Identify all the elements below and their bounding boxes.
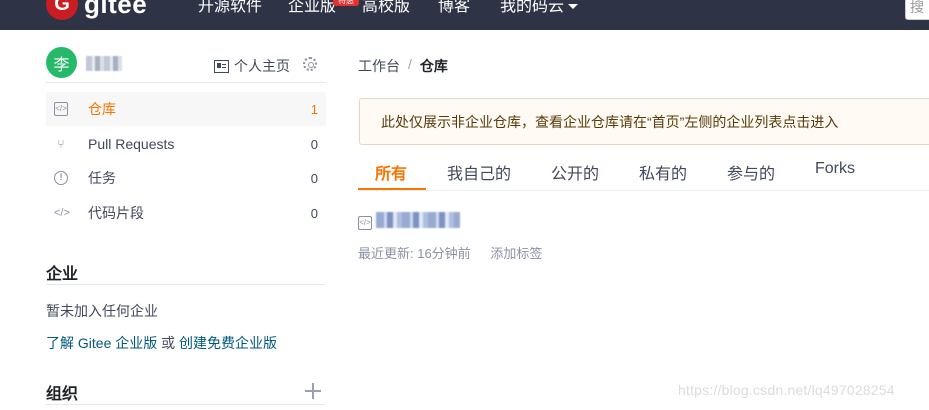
sidebar-item-pull-requests[interactable]: ⑂ Pull Requests 0 (46, 127, 326, 161)
breadcrumb-separator: / (408, 56, 412, 72)
repo-name-redacted[interactable] (376, 212, 460, 228)
sidebar-item-label: 仓库 (88, 101, 116, 117)
breadcrumb: 工作台 / 仓库 (358, 56, 448, 76)
nav-blog[interactable]: 博客 (438, 0, 470, 17)
add-org-plus-icon[interactable] (305, 383, 321, 399)
sidebar-divider (46, 404, 326, 405)
add-tag-link[interactable]: 添加标签 (490, 246, 542, 261)
sidebar-item-count: 0 (310, 170, 318, 186)
org-section-title: 组织 (46, 386, 79, 403)
repo-icon: </> (358, 216, 372, 230)
enterprise-repo-notice: 此处仅展示非企业仓库，查看企业仓库请在“首页”左侧的企业列表点击进入 (359, 98, 929, 145)
nav-enterprise[interactable]: 企业版 (288, 0, 336, 17)
enterprise-section-title: 企业 (46, 266, 79, 283)
gitee-logo[interactable]: G gitee (46, 0, 147, 20)
avatar[interactable]: 李 (46, 47, 77, 78)
username-redacted[interactable] (86, 56, 122, 71)
sidebar-item-count: 1 (310, 101, 318, 117)
personal-homepage-link[interactable]: 个人主页 (214, 56, 290, 76)
top-navbar: G gitee 开源软件 企业版 特惠 高校版 博客 我的码云 搜 (0, 0, 929, 30)
nav-my-gitee-label: 我的码云 (500, 0, 565, 15)
sidebar-item-count: 0 (310, 205, 318, 221)
sidebar-item-issues[interactable]: ! 任务 0 (46, 161, 326, 195)
gitee-logo-icon: G (46, 0, 78, 20)
personal-homepage-label: 个人主页 (234, 58, 290, 74)
learn-enterprise-link[interactable]: 了解 Gitee 企业版 (46, 335, 157, 351)
issue-icon: ! (54, 171, 68, 185)
tab-mine[interactable]: 我自己的 (447, 160, 511, 184)
sidebar-item-repos[interactable]: </> 仓库 1 (46, 92, 326, 126)
chevron-down-icon (568, 4, 579, 10)
sidebar-item-label: 任务 (88, 170, 116, 186)
profile-card-icon (214, 59, 229, 73)
nav-my-gitee[interactable]: 我的码云 (500, 0, 579, 17)
sidebar-item-count: 0 (310, 136, 318, 152)
csdn-watermark: https://blog.csdn.net/lq497028254 (678, 382, 895, 398)
repo-icon: </> (54, 102, 68, 116)
enterprise-links: 了解 Gitee 企业版 或 创建免费企业版 (46, 333, 277, 353)
tab-private[interactable]: 私有的 (639, 160, 687, 184)
sidebar-item-label: 代码片段 (88, 205, 144, 221)
or-text: 或 (161, 335, 176, 351)
breadcrumb-workbench[interactable]: 工作台 (358, 56, 400, 76)
nav-open-source[interactable]: 开源软件 (198, 0, 262, 17)
gear-icon[interactable] (303, 57, 317, 71)
sidebar-item-code-snippets[interactable]: </> 代码片段 0 (46, 196, 326, 230)
no-enterprise-text: 暂未加入任何企业 (46, 303, 158, 319)
sidebar-divider (46, 284, 326, 285)
tabs-divider (358, 190, 929, 191)
tab-public[interactable]: 公开的 (551, 160, 599, 184)
tab-participated[interactable]: 参与的 (727, 160, 775, 184)
gitee-logo-text: gitee (84, 0, 148, 19)
tab-all[interactable]: 所有 (375, 160, 407, 184)
create-enterprise-link[interactable]: 创建免费企业版 (179, 335, 277, 351)
nav-education[interactable]: 高校版 (362, 0, 410, 17)
search-input[interactable]: 搜 (905, 0, 929, 20)
breadcrumb-current: 仓库 (419, 58, 448, 74)
sidebar-divider (46, 82, 326, 83)
tab-forks[interactable]: Forks (815, 160, 855, 178)
sidebar-item-label: Pull Requests (88, 136, 175, 152)
code-snippet-icon: </> (54, 207, 70, 219)
repo-updated-time: 最近更新: 16分钟前 (358, 246, 471, 261)
enterprise-promo-badge: 特惠 (333, 0, 359, 6)
repo-meta: 最近更新: 16分钟前 添加标签 (358, 243, 542, 262)
pull-request-icon: ⑂ (57, 137, 65, 151)
